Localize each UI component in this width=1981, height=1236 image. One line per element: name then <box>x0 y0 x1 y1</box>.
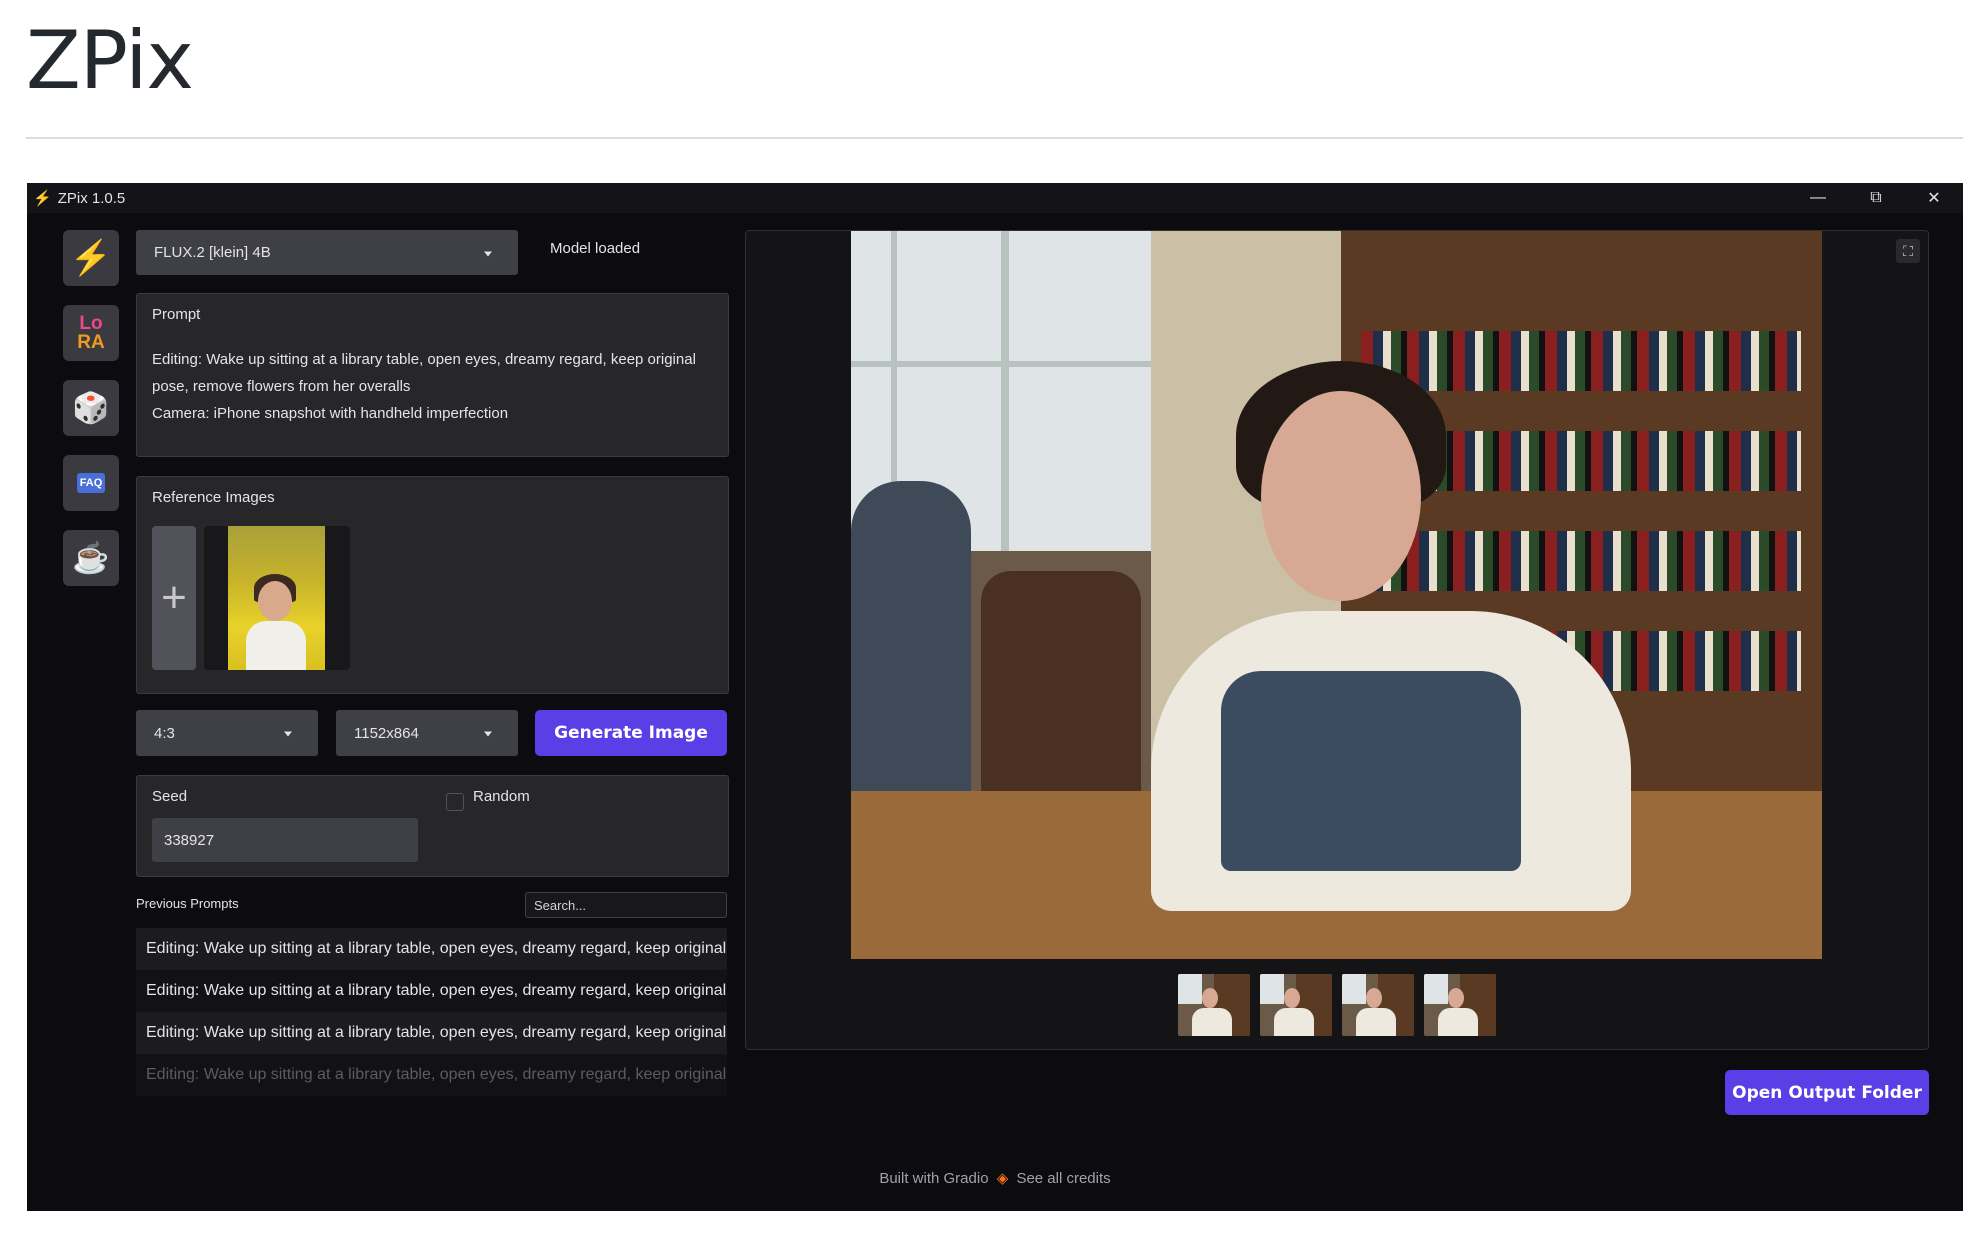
close-button[interactable]: ✕ <box>1905 183 1963 213</box>
chevron-down-icon <box>484 251 492 256</box>
app-window: ⚡ ZPix 1.0.5 — ⧉ ✕ ⚡ Lo RA 🎲 FAQ ☕ FLUX.… <box>27 183 1963 1211</box>
seed-panel: Seed Random 338927 <box>136 775 729 877</box>
random-seed-checkbox[interactable] <box>446 793 464 811</box>
output-thumbnails <box>1178 974 1496 1036</box>
rail-button-faq[interactable]: FAQ <box>63 455 119 511</box>
generated-image[interactable] <box>851 231 1822 959</box>
model-select[interactable]: FLUX.2 [klein] 4B <box>136 230 518 275</box>
history-search-input[interactable]: Search... <box>525 892 727 918</box>
history-item[interactable]: Editing: Wake up sitting at a library ta… <box>136 970 727 1012</box>
add-reference-button[interactable]: + <box>152 526 196 670</box>
minimize-button[interactable]: — <box>1789 183 1847 213</box>
lora-icon-bottom: RA <box>77 332 105 353</box>
aspect-ratio-value: 4:3 <box>154 724 175 742</box>
history-item[interactable]: Editing: Wake up sitting at a library ta… <box>136 928 727 970</box>
window-controls: — ⧉ ✕ <box>1789 183 1963 213</box>
fullscreen-icon[interactable]: ⛶ <box>1896 239 1920 263</box>
lora-icon: Lo <box>79 313 103 334</box>
random-seed-label: Random <box>473 788 530 805</box>
history-item[interactable]: Editing: Wake up sitting at a library ta… <box>136 1012 727 1054</box>
kofi-cup-icon: ☕ <box>72 541 110 575</box>
gradio-logo-icon: ◈ <box>996 1170 1009 1187</box>
resolution-value: 1152x864 <box>354 724 419 742</box>
seed-label: Seed <box>152 788 188 805</box>
prompt-textarea[interactable]: Editing: Wake up sitting at a library ta… <box>152 346 712 427</box>
previous-prompts-list: Editing: Wake up sitting at a library ta… <box>136 928 727 1098</box>
page-title: ZPix <box>26 14 194 107</box>
lightning-icon: ⚡ <box>33 190 52 207</box>
reference-images-panel: Reference Images + <box>136 476 729 694</box>
reference-image-thumbnail[interactable] <box>204 526 350 670</box>
dice-icon: 🎲 <box>72 391 110 425</box>
previous-prompts-label: Previous Prompts <box>136 896 239 911</box>
credits-link[interactable]: See all credits <box>1016 1170 1110 1187</box>
output-thumbnail[interactable] <box>1342 974 1414 1036</box>
prompt-panel: Prompt Editing: Wake up sitting at a lib… <box>136 293 729 457</box>
sidebar-rail: ⚡ Lo RA 🎲 FAQ ☕ <box>63 230 119 605</box>
lightning-icon: ⚡ <box>69 239 113 277</box>
model-select-value: FLUX.2 [klein] 4B <box>154 244 271 261</box>
chevron-down-icon <box>484 731 492 737</box>
output-thumbnail[interactable] <box>1178 974 1250 1036</box>
model-status: Model loaded <box>550 240 641 257</box>
seed-input[interactable]: 338927 <box>152 818 418 862</box>
rail-button-random[interactable]: 🎲 <box>63 380 119 436</box>
rail-button-generate[interactable]: ⚡ <box>63 230 119 286</box>
prompt-label: Prompt <box>152 306 201 323</box>
window-title: ZPix 1.0.5 <box>57 189 126 207</box>
window-titlebar[interactable]: ⚡ ZPix 1.0.5 — ⧉ ✕ <box>27 183 1963 213</box>
faq-icon: FAQ <box>76 473 106 493</box>
restore-button[interactable]: ⧉ <box>1847 183 1905 213</box>
rail-button-support[interactable]: ☕ <box>63 530 119 586</box>
open-output-folder-button[interactable]: Open Output Folder <box>1725 1070 1929 1115</box>
image-viewer: ⛶ <box>745 230 1929 1050</box>
resolution-select[interactable]: 1152x864 <box>336 710 518 756</box>
rail-button-lora[interactable]: Lo RA <box>63 305 119 361</box>
output-thumbnail[interactable] <box>1260 974 1332 1036</box>
footer: Built with Gradio ◈ See all credits <box>27 1169 1963 1187</box>
generate-image-button[interactable]: Generate Image <box>535 710 727 756</box>
history-item[interactable]: Editing: Wake up sitting at a library ta… <box>136 1054 727 1096</box>
page-divider <box>26 137 1963 139</box>
aspect-ratio-select[interactable]: 4:3 <box>136 710 318 756</box>
built-with-link[interactable]: Built with Gradio <box>879 1170 988 1187</box>
output-thumbnail[interactable] <box>1424 974 1496 1036</box>
chevron-down-icon <box>284 731 292 737</box>
reference-images-label: Reference Images <box>152 489 275 506</box>
reference-image <box>228 526 325 670</box>
